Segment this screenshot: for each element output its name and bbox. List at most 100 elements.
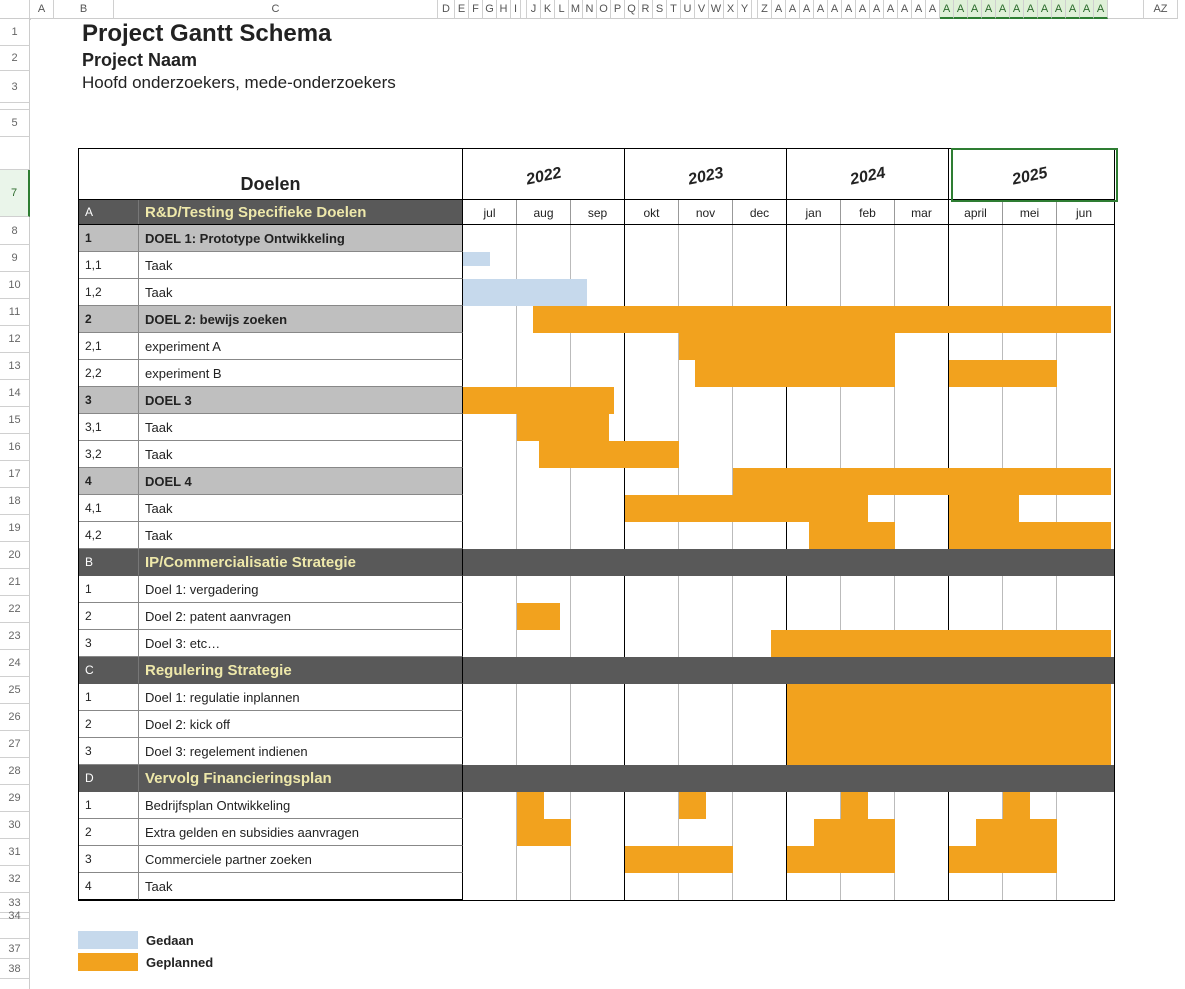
row-header[interactable]: 16 [0,434,30,461]
column-header[interactable]: F [469,0,483,19]
column-header[interactable]: L [555,0,569,19]
column-header[interactable]: H [497,0,511,19]
column-header[interactable]: A [1038,0,1052,19]
researchers-line: Hoofd onderzoekers, mede-onderzoekers [82,73,396,93]
row-id: 3,1 [79,414,139,441]
gantt-row: 2,1experiment A [79,333,1114,360]
row-header[interactable]: 22 [0,596,30,623]
row-header[interactable]: 19 [0,515,30,542]
column-header[interactable]: A [1010,0,1024,19]
column-header[interactable]: Q [625,0,639,19]
column-header[interactable]: A [940,0,954,19]
title-block: Project Gantt Schema Project Naam Hoofd … [82,20,396,93]
column-header[interactable]: B [54,0,114,19]
row-header[interactable]: 10 [0,272,30,299]
row-header[interactable]: 3 [0,71,30,103]
column-header[interactable]: A [856,0,870,19]
gantt-bar [463,279,587,306]
row-header[interactable]: 23 [0,623,30,650]
column-header[interactable]: V [695,0,709,19]
column-header[interactable]: A [982,0,996,19]
row-header[interactable]: 24 [0,650,30,677]
column-header[interactable]: A [954,0,968,19]
row-header[interactable]: 14 [0,380,30,407]
column-header[interactable]: A [800,0,814,19]
column-header[interactable]: C [114,0,438,19]
row-header[interactable]: 18 [0,488,30,515]
row-header[interactable]: 29 [0,785,30,812]
column-header[interactable]: M [569,0,583,19]
column-header[interactable]: A [996,0,1010,19]
column-header[interactable]: X [724,0,738,19]
row-header[interactable]: 27 [0,731,30,758]
row-header[interactable]: 12 [0,326,30,353]
column-header[interactable]: A [1080,0,1094,19]
row-header[interactable]: 32 [0,866,30,893]
row-header[interactable]: 7 [0,170,30,217]
column-header[interactable]: A [926,0,940,19]
column-header[interactable]: AZ [1144,0,1178,19]
row-header[interactable]: 13 [0,353,30,380]
column-header[interactable]: S [653,0,667,19]
column-header[interactable]: A [842,0,856,19]
row-header[interactable]: 2 [0,46,30,71]
column-header[interactable]: A [772,0,786,19]
row-header[interactable] [0,919,30,939]
row-header[interactable]: 11 [0,299,30,326]
row-header[interactable] [0,137,30,170]
column-header[interactable]: W [709,0,724,19]
column-header[interactable]: A [814,0,828,19]
column-header[interactable]: A [1094,0,1108,19]
column-header[interactable]: A [30,0,54,19]
row-header[interactable]: 28 [0,758,30,785]
column-header[interactable]: T [667,0,681,19]
column-header[interactable]: G [483,0,497,19]
row-header[interactable]: 8 [0,217,30,245]
row-header[interactable]: 25 [0,677,30,704]
column-header[interactable]: P [611,0,625,19]
column-header[interactable]: J [527,0,541,19]
column-header[interactable]: K [541,0,555,19]
row-header[interactable]: 38 [0,959,30,979]
row-header[interactable]: 9 [0,245,30,272]
gantt-bar [841,792,868,819]
row-header[interactable]: 31 [0,839,30,866]
column-header[interactable]: I [511,0,521,19]
column-header[interactable] [0,0,30,19]
row-header[interactable]: 37 [0,939,30,959]
column-header[interactable]: D [438,0,455,19]
row-header[interactable]: 21 [0,569,30,596]
row-header[interactable]: 5 [0,110,30,137]
column-header[interactable] [1108,0,1144,19]
spreadsheet-canvas[interactable]: ABCDEFGHIJKLMNOPQRSTUVWXYZAAAAAAAAAAAAAA… [0,0,1185,989]
row-header[interactable]: 15 [0,407,30,434]
column-header[interactable]: A [828,0,842,19]
row-header[interactable]: 26 [0,704,30,731]
column-header[interactable]: A [870,0,884,19]
column-header[interactable]: N [583,0,597,19]
month-header: aug [517,200,571,224]
column-header[interactable]: Z [758,0,772,19]
row-header[interactable]: 1 [0,19,30,46]
gantt-track [463,765,1114,792]
column-header[interactable]: A [968,0,982,19]
legend-planned: Geplanned [78,952,213,972]
column-header[interactable]: O [597,0,611,19]
row-header[interactable] [0,103,30,110]
column-header[interactable]: E [455,0,469,19]
column-header[interactable]: A [898,0,912,19]
column-header[interactable]: U [681,0,695,19]
row-header[interactable]: 20 [0,542,30,569]
row-header[interactable]: 30 [0,812,30,839]
column-header[interactable]: A [1066,0,1080,19]
column-header[interactable]: A [786,0,800,19]
column-header[interactable]: R [639,0,653,19]
column-header[interactable]: A [884,0,898,19]
row-header[interactable] [0,979,30,989]
column-header[interactable]: A [1052,0,1066,19]
year-header-2023: 2023 [625,149,787,199]
row-header[interactable]: 17 [0,461,30,488]
column-header[interactable]: Y [738,0,752,19]
column-header[interactable]: A [1024,0,1038,19]
column-header[interactable]: A [912,0,926,19]
